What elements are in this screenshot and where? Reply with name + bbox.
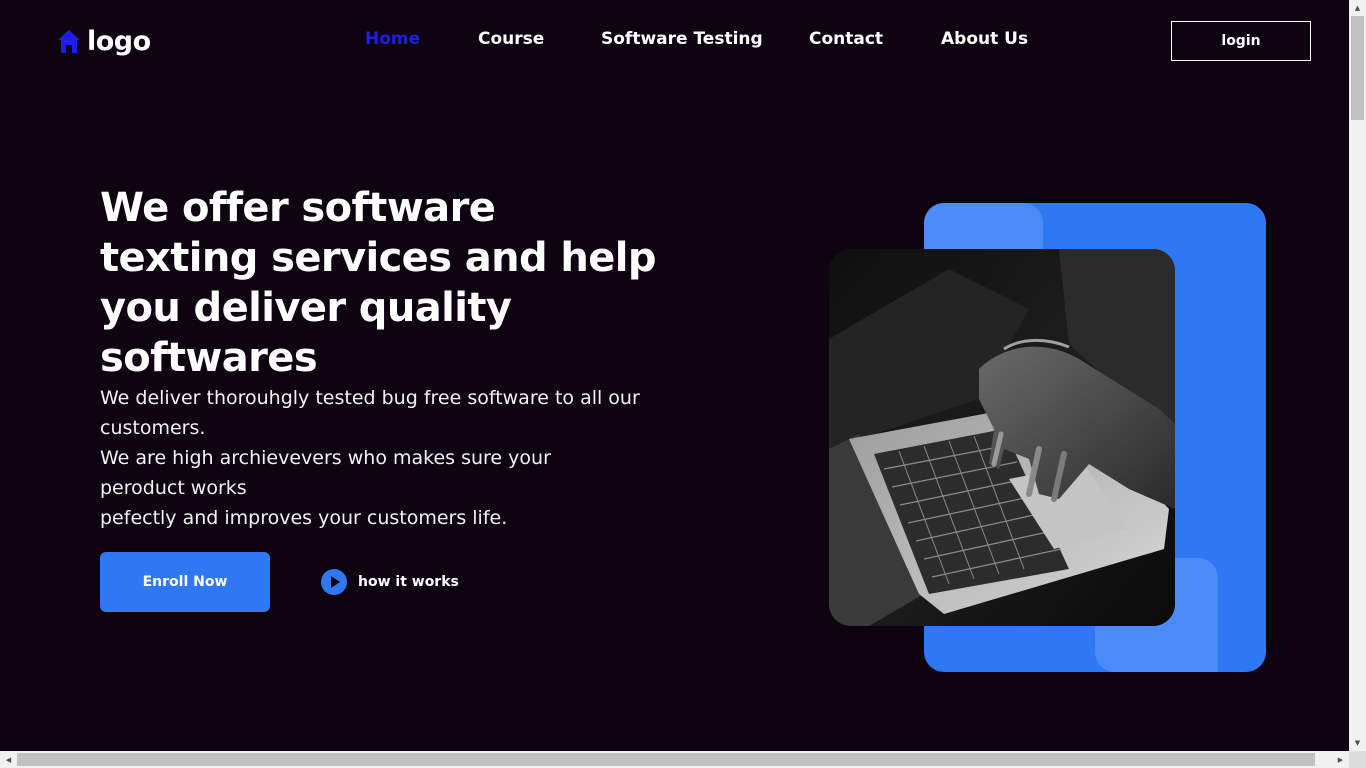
hero-description-line: We deliver thorouhgly tested bug free so… (100, 387, 640, 439)
hero-description: We deliver thorouhgly tested bug free so… (100, 383, 640, 533)
hero-description-line: We are high archievevers who makes sure … (100, 447, 551, 499)
laptop-photo (829, 249, 1175, 626)
nav-software-testing[interactable]: Software Testing (601, 29, 809, 49)
laptop-illustration (829, 249, 1175, 626)
logo[interactable]: logo (57, 26, 151, 57)
horizontal-scrollbar[interactable]: ◀ ▶ (0, 751, 1349, 768)
enroll-now-button[interactable]: Enroll Now (100, 552, 270, 612)
scrollbar-corner (1349, 751, 1366, 768)
login-button[interactable]: login (1171, 21, 1311, 61)
vertical-scroll-thumb[interactable] (1351, 16, 1364, 120)
how-it-works-label: how it works (358, 574, 459, 590)
hero-description-line: pefectly and improves your customers lif… (100, 507, 508, 529)
nav-course[interactable]: Course (478, 29, 601, 49)
scroll-down-icon[interactable]: ▼ (1349, 735, 1366, 751)
nav-contact[interactable]: Contact (809, 29, 941, 49)
vertical-scrollbar[interactable]: ▲ ▼ (1349, 0, 1366, 751)
scroll-up-icon[interactable]: ▲ (1349, 0, 1366, 16)
home-icon (58, 29, 80, 53)
logo-text: logo (87, 26, 151, 57)
play-icon (321, 569, 347, 595)
horizontal-scroll-thumb[interactable] (17, 753, 1315, 766)
nav-about-us[interactable]: About Us (941, 29, 1041, 49)
nav-home[interactable]: Home (365, 29, 478, 49)
how-it-works-link[interactable]: how it works (320, 568, 459, 596)
scroll-right-icon[interactable]: ▶ (1332, 751, 1349, 768)
hero-title: We offer software texting services and h… (100, 185, 657, 381)
main-nav: Home Course Software Testing Contact Abo… (365, 29, 1041, 49)
scroll-left-icon[interactable]: ◀ (0, 751, 17, 768)
